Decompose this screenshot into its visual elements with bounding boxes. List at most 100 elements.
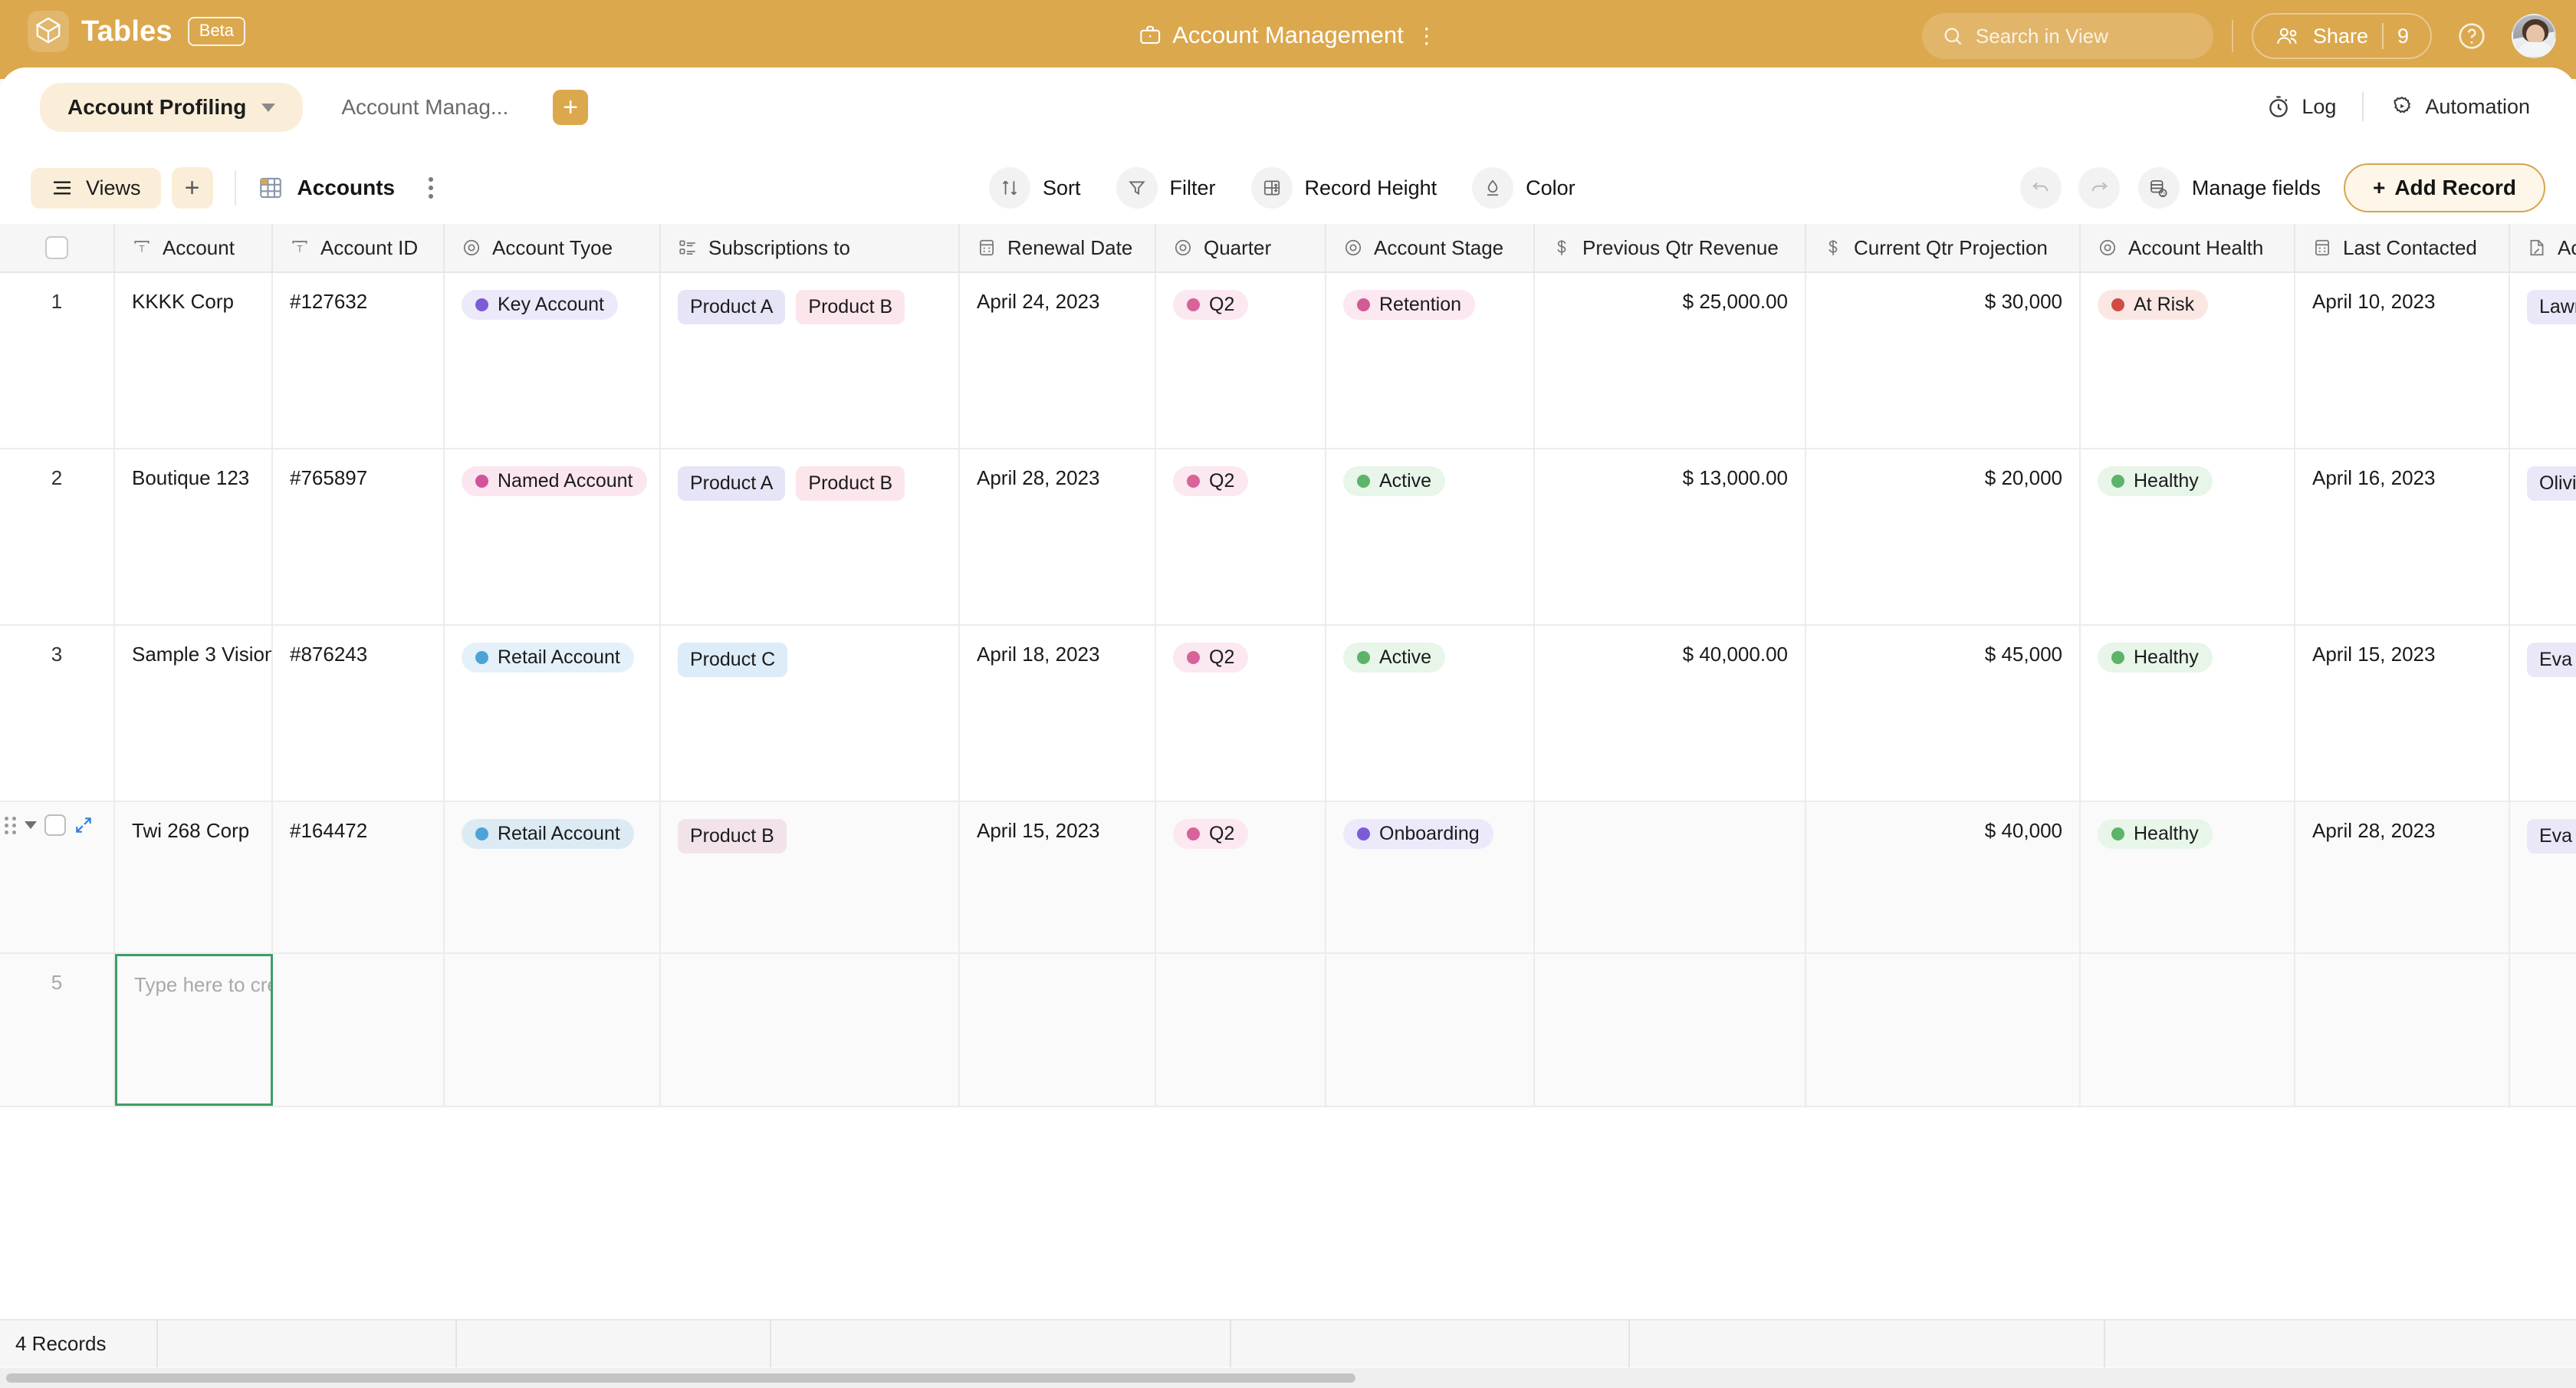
owner-tag[interactable]: Lawrenc <box>2527 290 2576 324</box>
cell-account-owner[interactable]: Eva <box>2510 802 2576 952</box>
account-stage-pill[interactable]: Retention <box>1343 290 1476 320</box>
cell-quarter[interactable]: Q2 <box>1156 273 1326 448</box>
checkbox-icon[interactable] <box>45 236 68 259</box>
filter-button[interactable]: Filter <box>1116 167 1216 209</box>
cell-account[interactable]: KKKK Corp <box>115 273 273 448</box>
cell-account[interactable]: Twi 268 Corp <box>115 802 273 952</box>
new-record-cell[interactable] <box>1806 954 2081 1106</box>
account-stage-pill[interactable]: Onboarding <box>1343 819 1493 849</box>
cell-account-type[interactable]: Key Account <box>445 273 661 448</box>
more-vertical-icon[interactable]: ⋮ <box>1416 23 1438 48</box>
checkbox-icon[interactable] <box>44 814 66 836</box>
cell-quarter[interactable]: Q2 <box>1156 626 1326 801</box>
tab-account-profiling[interactable]: Account Profiling <box>40 83 304 132</box>
cell-current-qtr-projection[interactable]: $ 45,000 <box>1806 626 2081 801</box>
drag-handle-icon[interactable] <box>5 816 17 834</box>
cell-account-stage[interactable]: Active <box>1326 449 1535 624</box>
cell-subscriptions[interactable]: Product B <box>661 802 960 952</box>
table-row[interactable]: 1 KKKK Corp #127632 Key Account Product A Pro… <box>0 273 2576 449</box>
row-hover-controls[interactable] <box>0 802 115 952</box>
cell-previous-qtr-revenue[interactable] <box>1535 802 1806 952</box>
cell-account-id[interactable]: #765897 <box>273 449 445 624</box>
cell-account[interactable]: Boutique 123 <box>115 449 273 624</box>
cell-account-type[interactable]: Retail Account <box>445 802 661 952</box>
cell-renewal-date[interactable]: April 18, 2023 <box>960 626 1156 801</box>
quarter-pill[interactable]: Q2 <box>1173 643 1249 673</box>
sort-button[interactable]: Sort <box>989 167 1081 209</box>
new-record-cell[interactable] <box>2295 954 2510 1106</box>
horizontal-scrollbar[interactable] <box>0 1368 2576 1388</box>
subscription-tag[interactable]: Product B <box>678 819 787 854</box>
cell-last-contacted[interactable]: April 28, 2023 <box>2295 802 2510 952</box>
add-view-button[interactable]: + <box>171 167 213 209</box>
account-health-pill[interactable]: Healthy <box>2098 466 2213 496</box>
cell-current-qtr-projection[interactable]: $ 30,000 <box>1806 273 2081 448</box>
cell-previous-qtr-revenue[interactable]: $ 13,000.00 <box>1535 449 1806 624</box>
new-record-input[interactable]: Type here to create a record <box>115 954 273 1106</box>
document-title[interactable]: Account Management ⋮ <box>1138 21 1438 49</box>
new-record-cell[interactable] <box>1535 954 1806 1106</box>
cell-previous-qtr-revenue[interactable]: $ 25,000.00 <box>1535 273 1806 448</box>
column-header-account-tyoe[interactable]: Account Tyoe <box>445 224 661 271</box>
column-header-previous-qtr-revenue[interactable]: Previous Qtr Revenue <box>1535 224 1806 271</box>
account-type-pill[interactable]: Named Account <box>462 466 647 496</box>
subscription-tag[interactable]: Product C <box>678 643 788 677</box>
select-all-checkbox[interactable] <box>0 224 115 271</box>
table-row[interactable]: 3 Sample 3 Visions #876243 Retail Account Pr… <box>0 626 2576 802</box>
cell-quarter[interactable]: Q2 <box>1156 802 1326 952</box>
cell-current-qtr-projection[interactable]: $ 20,000 <box>1806 449 2081 624</box>
table-row[interactable]: Twi 268 Corp #164472 Retail Account Product… <box>0 802 2576 954</box>
account-health-pill[interactable]: Healthy <box>2098 819 2213 849</box>
search-input[interactable]: Search in View <box>1921 13 2213 59</box>
undo-icon[interactable] <box>2019 167 2062 209</box>
subscription-tag[interactable]: Product B <box>796 290 905 324</box>
chevron-down-icon[interactable] <box>25 821 37 829</box>
account-type-pill[interactable]: Retail Account <box>462 643 634 673</box>
cell-account-owner[interactable]: Eva <box>2510 626 2576 801</box>
new-record-cell[interactable] <box>273 954 445 1106</box>
color-button[interactable]: Color <box>1472 167 1576 209</box>
quarter-pill[interactable]: Q2 <box>1173 290 1249 320</box>
cell-current-qtr-projection[interactable]: $ 40,000 <box>1806 802 2081 952</box>
cell-account-stage[interactable]: Retention <box>1326 273 1535 448</box>
add-tab-button[interactable]: + <box>553 90 589 125</box>
cell-renewal-date[interactable]: April 24, 2023 <box>960 273 1156 448</box>
table-selector[interactable]: Accounts <box>258 175 434 201</box>
cell-previous-qtr-revenue[interactable]: $ 40,000.00 <box>1535 626 1806 801</box>
column-header-account-stage[interactable]: Account Stage <box>1326 224 1535 271</box>
cell-account-type[interactable]: Named Account <box>445 449 661 624</box>
column-header-renewal-date[interactable]: Renewal Date <box>960 224 1156 271</box>
account-health-pill[interactable]: At Risk <box>2098 290 2209 320</box>
cell-subscriptions[interactable]: Product A Product B <box>661 449 960 624</box>
redo-icon[interactable] <box>2078 167 2120 209</box>
cell-renewal-date[interactable]: April 15, 2023 <box>960 802 1156 952</box>
log-button[interactable]: Log <box>2266 94 2336 119</box>
new-record-cell[interactable] <box>661 954 960 1106</box>
account-type-pill[interactable]: Key Account <box>462 290 618 320</box>
column-header-quarter[interactable]: Quarter <box>1156 224 1326 271</box>
cell-renewal-date[interactable]: April 28, 2023 <box>960 449 1156 624</box>
help-circle-icon[interactable] <box>2453 18 2490 54</box>
cell-account-type[interactable]: Retail Account <box>445 626 661 801</box>
quarter-pill[interactable]: Q2 <box>1173 466 1249 496</box>
add-record-button[interactable]: + Add Record <box>2343 163 2545 212</box>
owner-tag[interactable]: Eva <box>2527 643 2576 677</box>
cell-account-health[interactable]: Healthy <box>2081 626 2295 801</box>
scrollbar-thumb[interactable] <box>6 1373 1355 1383</box>
cell-last-contacted[interactable]: April 15, 2023 <box>2295 626 2510 801</box>
new-record-cell[interactable] <box>1156 954 1326 1106</box>
cell-account-health[interactable]: Healthy <box>2081 802 2295 952</box>
column-header-subscriptions-to[interactable]: Subscriptions to <box>661 224 960 271</box>
new-record-cell[interactable] <box>445 954 661 1106</box>
column-header-account[interactable]: T Account <box>115 224 273 271</box>
new-record-cell[interactable] <box>2081 954 2295 1106</box>
cell-account-owner[interactable]: Lawrenc <box>2510 273 2576 448</box>
cell-last-contacted[interactable]: April 16, 2023 <box>2295 449 2510 624</box>
cell-last-contacted[interactable]: April 10, 2023 <box>2295 273 2510 448</box>
quarter-pill[interactable]: Q2 <box>1173 819 1249 849</box>
owner-tag[interactable]: Eva <box>2527 819 2576 854</box>
expand-record-icon[interactable] <box>74 815 94 835</box>
cell-account-id[interactable]: #127632 <box>273 273 445 448</box>
views-button[interactable]: Views <box>31 167 161 209</box>
share-button[interactable]: Share 9 <box>2251 13 2432 59</box>
